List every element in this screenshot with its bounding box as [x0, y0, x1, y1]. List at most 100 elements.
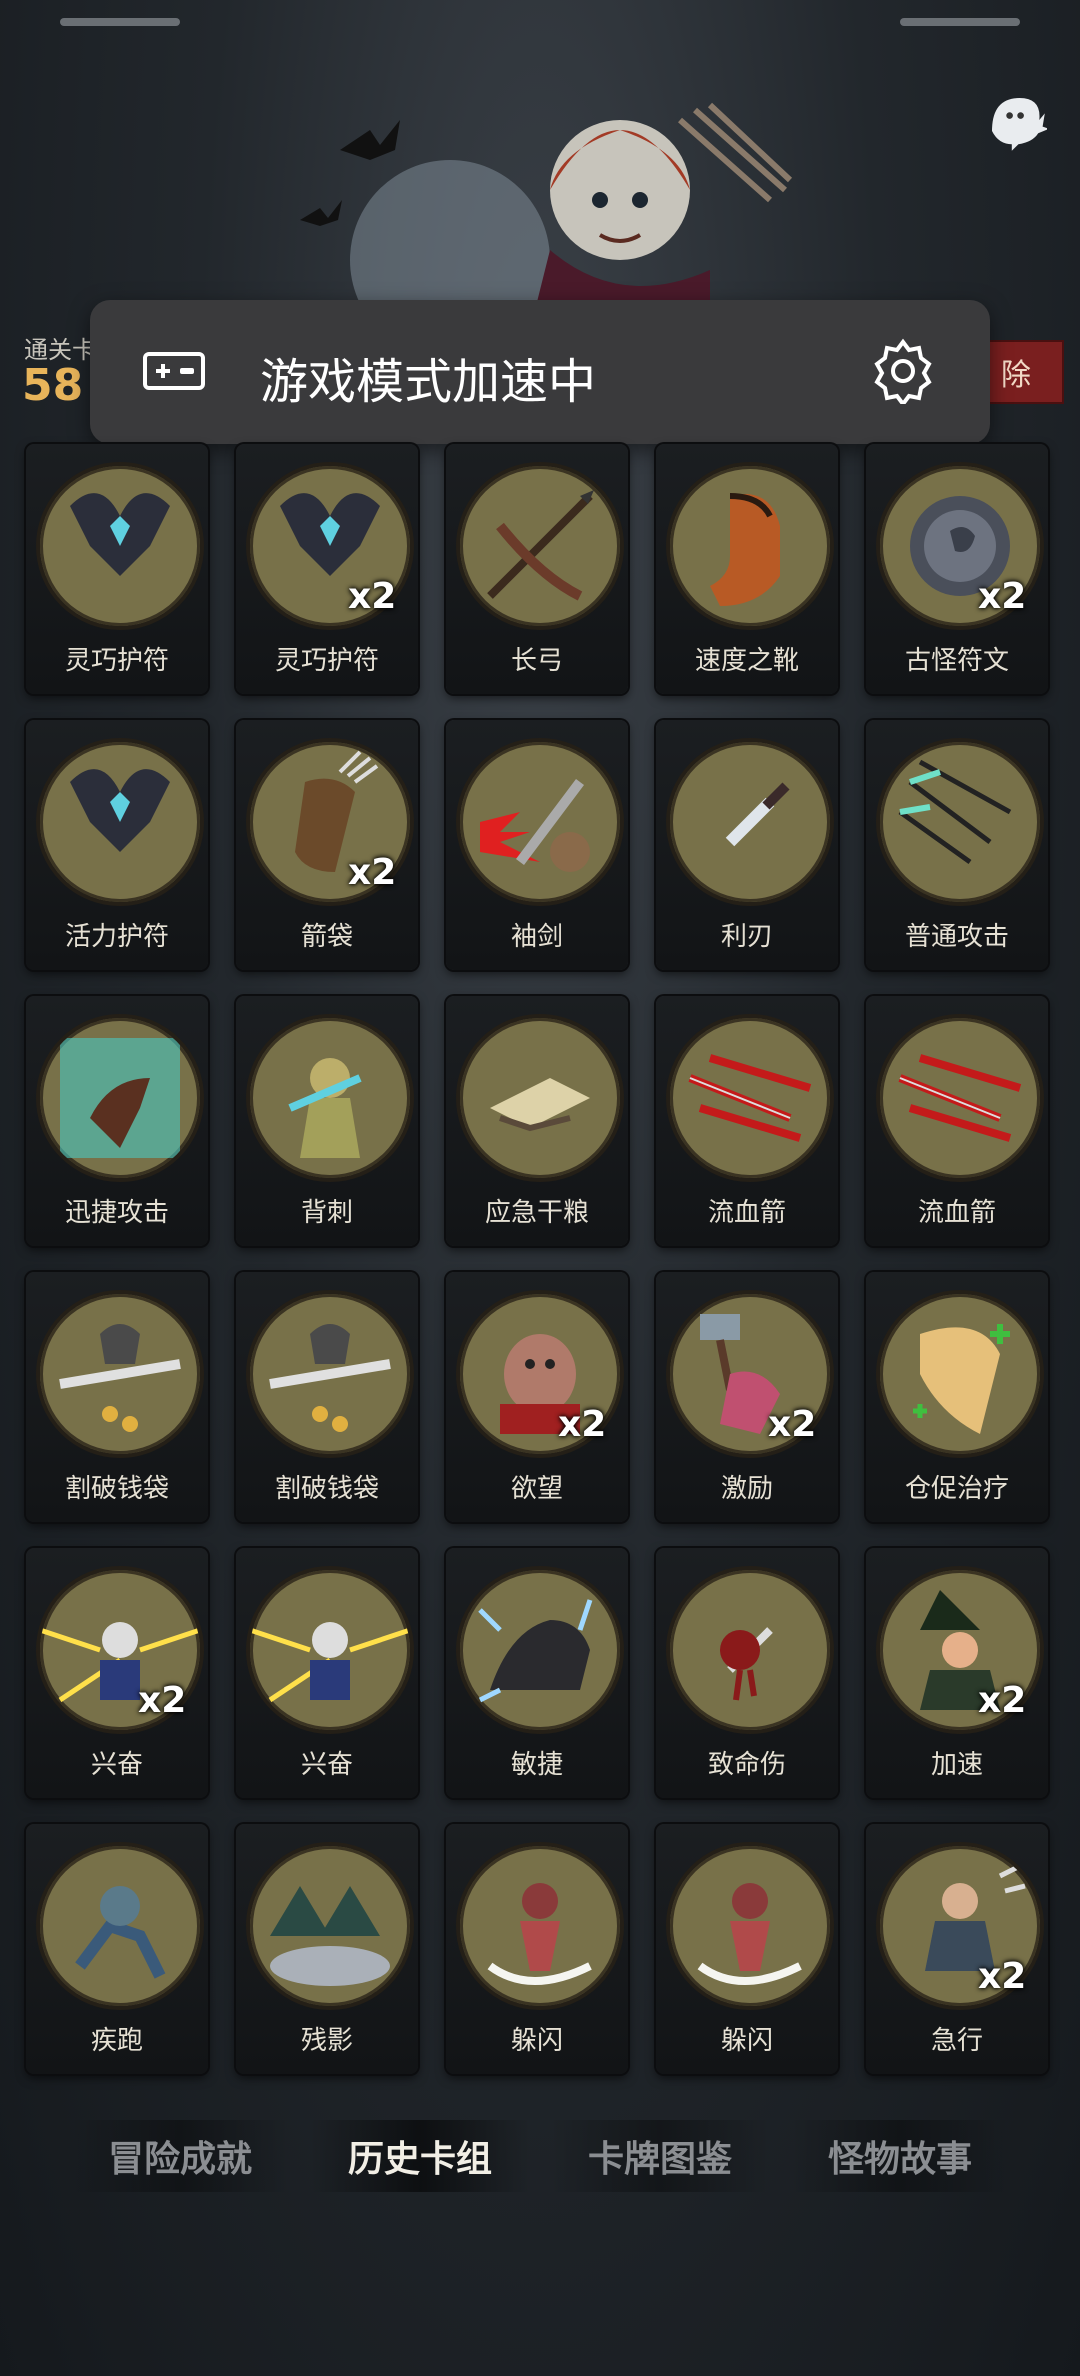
card-name: 流血箭 [707, 1198, 786, 1228]
bleed-arrow-icon [666, 1014, 834, 1182]
card-item[interactable]: 疾跑 [26, 1824, 208, 2074]
card-item[interactable]: 敏捷 [446, 1548, 628, 1798]
purse-icon [246, 1290, 414, 1458]
gamepad-icon [143, 352, 205, 390]
blade-icon [456, 738, 624, 906]
amulet-icon [36, 738, 204, 906]
tab-adventure-achievements[interactable]: 冒险成就 [70, 2120, 290, 2192]
run-icon [36, 1842, 204, 2010]
card-item[interactable]: 长弓 [446, 444, 628, 694]
card-item[interactable]: x2 兴奋 [26, 1548, 208, 1798]
card-item[interactable]: 速度之靴 [656, 444, 838, 694]
card-item[interactable]: 兴奋 [236, 1548, 418, 1798]
card-name: 激励 [720, 1474, 773, 1504]
card-item[interactable]: 利刃 [656, 720, 838, 970]
longbow-icon [456, 462, 624, 630]
gear-icon[interactable] [870, 338, 936, 404]
card-name: 躲闪 [720, 2026, 773, 2056]
card-item[interactable]: 仓促治疗 [866, 1272, 1048, 1522]
card-count-badge: x2 [978, 576, 1027, 617]
bleed-arrow-icon [876, 1014, 1044, 1182]
card-name: 欲望 [510, 1474, 563, 1504]
card-name: 流血箭 [917, 1198, 996, 1228]
card-name: 速度之靴 [694, 646, 799, 676]
arrows-icon [876, 738, 1044, 906]
card-name: 疾跑 [90, 2026, 143, 2056]
card-count-badge: x2 [348, 576, 397, 617]
card-item[interactable]: x2 急行 [866, 1824, 1048, 2074]
game-mode-toast: 游戏模式加速中 [90, 300, 990, 444]
card-count-badge: x2 [558, 1404, 607, 1445]
card-name: 灵巧护符 [274, 646, 379, 676]
card-count-badge: x2 [978, 1956, 1027, 1997]
card-name: 躲闪 [510, 2026, 563, 2056]
card-item[interactable]: 灵巧护符 [26, 444, 208, 694]
card-name: 背刺 [300, 1198, 353, 1228]
card-item[interactable]: 应急干粮 [446, 996, 628, 1246]
wound-icon [666, 1566, 834, 1734]
card-item[interactable]: 残影 [236, 1824, 418, 2074]
status-pill-left [60, 18, 180, 26]
card-item[interactable]: 割破钱袋 [26, 1272, 208, 1522]
card-item[interactable]: 躲闪 [446, 1824, 628, 2074]
tab-monster-stories[interactable]: 怪物故事 [790, 2120, 1010, 2192]
card-name: 袖剑 [510, 922, 563, 952]
amulet-icon [36, 462, 204, 630]
card-item[interactable]: x2 激励 [656, 1272, 838, 1522]
card-item[interactable]: x2 古怪符文 [866, 444, 1048, 694]
card-name: 箭袋 [300, 922, 353, 952]
ghost-icon[interactable] [976, 82, 1052, 158]
excite-icon [246, 1566, 414, 1734]
tab-history-deck[interactable]: 历史卡组 [310, 2120, 530, 2192]
status-pill-right [900, 18, 1020, 26]
toast-message: 游戏模式加速中 [260, 354, 597, 410]
card-item[interactable]: 割破钱袋 [236, 1272, 418, 1522]
card-item[interactable]: x2 欲望 [446, 1272, 628, 1522]
card-item[interactable]: 躲闪 [656, 1824, 838, 2074]
card-item[interactable]: 流血箭 [656, 996, 838, 1246]
card-item[interactable]: 袖剑 [446, 720, 628, 970]
card-name: 割破钱袋 [64, 1474, 169, 1504]
card-name: 迅捷攻击 [64, 1198, 169, 1228]
card-name: 长弓 [510, 646, 563, 676]
shadow-icon [246, 1842, 414, 2010]
boot-icon [666, 462, 834, 630]
card-item[interactable]: 迅捷攻击 [26, 996, 208, 1246]
card-item[interactable]: 活力护符 [26, 720, 208, 970]
dodge-icon [666, 1842, 834, 2010]
card-name: 加速 [930, 1750, 983, 1780]
card-name: 兴奋 [90, 1750, 143, 1780]
bottom-tab-bar: 冒险成就 历史卡组 卡牌图鉴 怪物故事 [70, 2120, 1010, 2192]
card-name: 仓促治疗 [904, 1474, 1009, 1504]
card-item[interactable]: x2 箭袋 [236, 720, 418, 970]
panther-icon [456, 1566, 624, 1734]
card-name: 古怪符文 [904, 646, 1009, 676]
card-count-badge: x2 [768, 1404, 817, 1445]
card-name: 兴奋 [300, 1750, 353, 1780]
card-name: 急行 [930, 2026, 983, 2056]
card-name: 普通攻击 [904, 922, 1009, 952]
card-count-badge: x2 [138, 1680, 187, 1721]
stage-value: 58 [22, 360, 84, 411]
card-item[interactable]: x2 加速 [866, 1548, 1048, 1798]
card-item[interactable]: 流血箭 [866, 996, 1048, 1246]
ghost-icon-svg [992, 98, 1047, 151]
card-name: 敏捷 [510, 1750, 563, 1780]
ration-icon [456, 1014, 624, 1182]
hero-illustration [300, 102, 793, 320]
card-count-badge: x2 [978, 1680, 1027, 1721]
backstab-icon [246, 1014, 414, 1182]
slash-icon [36, 1014, 204, 1182]
card-item[interactable]: 背刺 [236, 996, 418, 1246]
card-name: 致命伤 [707, 1750, 786, 1780]
card-name: 残影 [300, 2026, 353, 2056]
tab-card-codex[interactable]: 卡牌图鉴 [550, 2120, 770, 2192]
card-name: 利刃 [720, 922, 773, 952]
card-item[interactable]: 普通攻击 [866, 720, 1048, 970]
dodge-icon [456, 1842, 624, 2010]
card-item[interactable]: x2 灵巧护符 [236, 444, 418, 694]
card-name: 割破钱袋 [274, 1474, 379, 1504]
card-item[interactable]: 致命伤 [656, 1548, 838, 1798]
card-count-badge: x2 [348, 852, 397, 893]
dagger-icon [666, 738, 834, 906]
